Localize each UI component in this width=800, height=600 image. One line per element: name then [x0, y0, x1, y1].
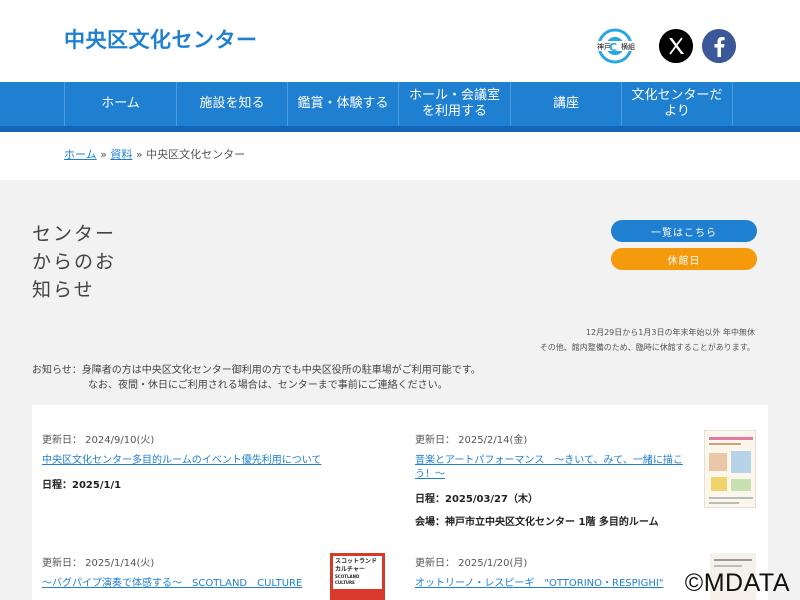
closed-note-line: その他、館内整備のため、臨時に休館することがあります。 — [539, 343, 755, 352]
card-schedule: 日程：2025/1/1 — [42, 480, 122, 491]
news-card: 更新日： 2025/1/20(月) オットリーノ・レスピーギ "OTTORINO… — [415, 554, 665, 591]
card-title-link[interactable]: オットリーノ・レスピーギ "OTTORINO・RESPIGHI" — [415, 577, 665, 591]
flyer-art-icon — [709, 437, 753, 504]
nav-item-experience[interactable]: 鑑賞・体験する — [287, 82, 398, 126]
nav-item-facilities[interactable]: 施設を知る — [176, 82, 287, 126]
news-card: 更新日： 2024/9/10(火) 中央区文化センター多目的ルームのイベント優先… — [42, 431, 372, 491]
svg-text:C: C — [609, 41, 617, 54]
flyer-text: カルチャー — [335, 566, 365, 573]
watermark-text: ©MDATA — [684, 569, 790, 597]
site-title[interactable]: 中央区文化センター — [64, 24, 258, 54]
card-date: 更新日： 2025/1/20(月) — [415, 558, 528, 569]
global-nav: ホーム 施設を知る 鑑賞・体験する ホール・会議室を利用する 講座 文化センター… — [0, 82, 800, 126]
card-title-link[interactable]: ～バグパイプ演奏で体感する～ SCOTLAND CULTURE — [42, 577, 322, 591]
flyer-text: スコットランド — [335, 558, 378, 565]
card-title-link[interactable]: 中央区文化センター多目的ルームのイベント優先利用について — [42, 454, 372, 468]
breadcrumb: ホーム » 資料 » 中央区文化センター — [64, 146, 245, 162]
closed-note: 12月29日から1月3日の年末年始以外 年中無休 その他、館内整備のため、臨時に… — [540, 325, 755, 355]
breadcrumb-separator: » — [96, 148, 111, 161]
breadcrumb-bar: ホーム » 資料 » 中央区文化センター — [0, 132, 800, 180]
nav-item-home[interactable]: ホーム — [64, 82, 176, 126]
closed-note-line: 12月29日から1月3日の年末年始以外 年中無休 — [585, 328, 755, 337]
scotland-flyer-thumbnail[interactable]: スコットランド カルチャー SCOTLAND CULTURE — [330, 553, 385, 600]
svg-text:横組: 横組 — [621, 42, 635, 51]
breadcrumb-home-link[interactable]: ホーム — [64, 148, 97, 161]
nav-item-courses[interactable]: 講座 — [510, 82, 621, 126]
notice-line: お知らせ：身障者の方は中央区文化センター御利用の方でも中央区役所の駐車場がご利用… — [32, 365, 481, 376]
nav-item-newsletter[interactable]: 文化センターだより — [621, 82, 733, 126]
section-title: センターからのお知らせ — [32, 223, 117, 301]
card-title-link[interactable]: 音楽とアートパフォーマンス ～きいて、みて、一緒に描こう！～ — [415, 454, 695, 482]
card-date: 更新日： 2025/2/14(金) — [415, 435, 528, 446]
list-button[interactable]: 一覧はこちら — [611, 220, 757, 242]
notice-line: なお、夜間・休日にご利用される場合は、センターまで事前にご連絡ください。 — [88, 380, 448, 391]
card-date: 更新日： 2024/9/10(火) — [42, 435, 155, 446]
card-venue: 会場：神戸市立中央区文化センター 1階 多目的ルーム — [415, 517, 659, 528]
news-card: 更新日： 2025/2/14(金) 音楽とアートパフォーマンス ～きいて、みて、… — [415, 431, 695, 528]
nav-item-hall-rooms[interactable]: ホール・会議室を利用する — [398, 82, 510, 126]
flyer-text: SCOTLAND CULTURE — [335, 574, 360, 585]
news-card: 更新日： 2025/1/14(火) ～バグパイプ演奏で体感する～ SCOTLAN… — [42, 554, 322, 591]
breadcrumb-separator: » — [132, 148, 147, 161]
site-header: 中央区文化センター 神戸 C 横組 — [0, 0, 800, 82]
breadcrumb-current: 中央区文化センター — [146, 148, 246, 161]
x-social-icon[interactable] — [659, 29, 693, 63]
facebook-icon[interactable] — [702, 29, 736, 63]
card-date: 更新日： 2025/1/14(火) — [42, 558, 155, 569]
breadcrumb-archive-link[interactable]: 資料 — [110, 148, 132, 161]
card-schedule: 日程：2025/03/27（木） — [415, 494, 538, 505]
closed-days-button[interactable]: 休館日 — [611, 248, 757, 270]
kobe-city-logo-icon[interactable]: 神戸 C 横組 — [595, 28, 635, 64]
event-flyer-thumbnail[interactable] — [704, 430, 756, 508]
parking-notice: お知らせ：身障者の方は中央区文化センター御利用の方でも中央区役所の駐車場がご利用… — [32, 363, 481, 393]
